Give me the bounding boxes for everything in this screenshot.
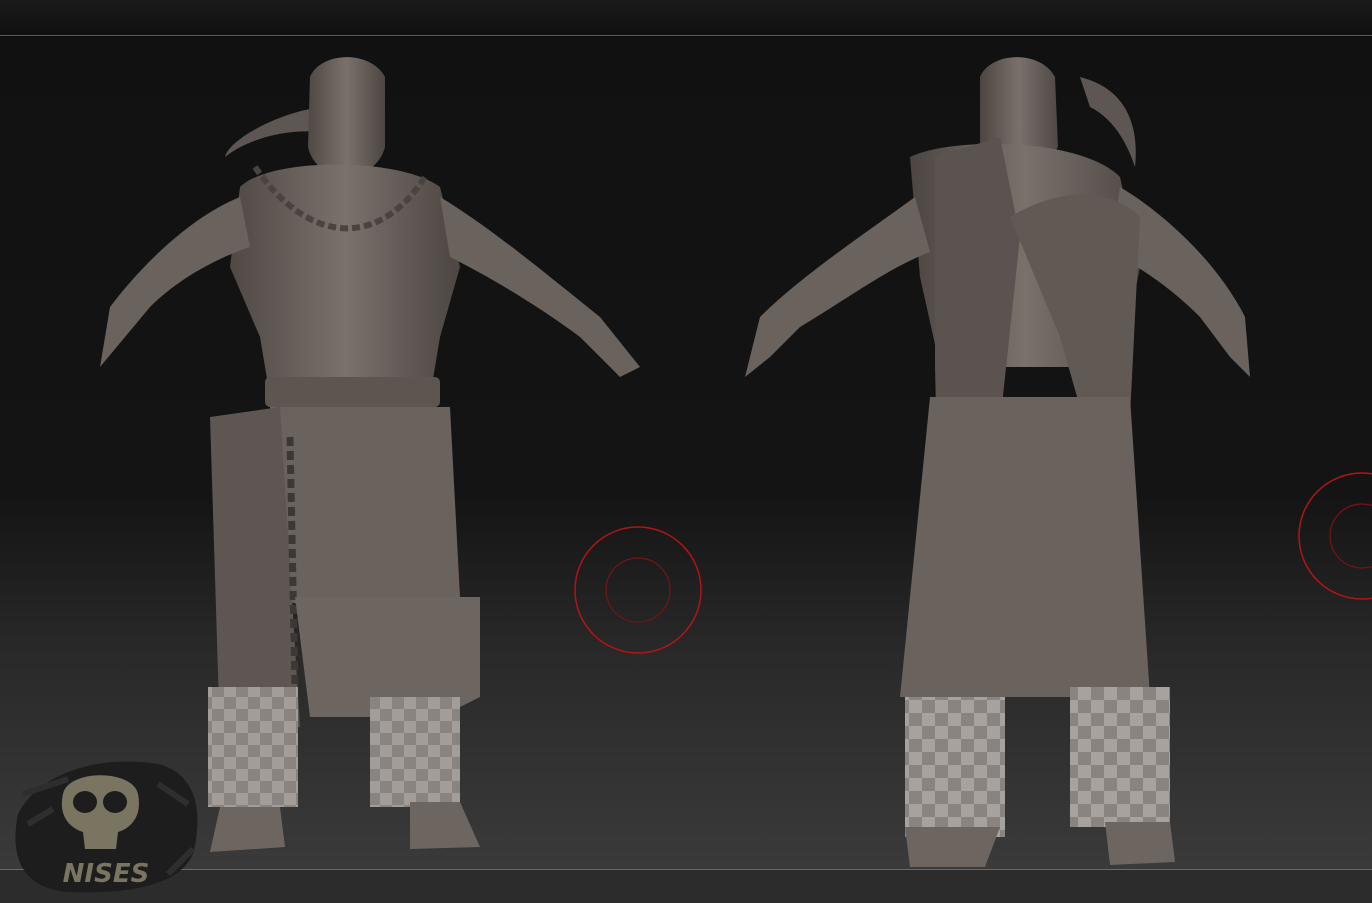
boot-left <box>905 697 1005 837</box>
boot-right <box>370 697 460 807</box>
arm-left <box>100 197 250 367</box>
sculpt-model-front[interactable] <box>80 37 660 869</box>
watermark-text: NISES <box>63 859 150 889</box>
3d-viewport[interactable] <box>0 37 1372 869</box>
loincloth <box>270 407 460 617</box>
top-toolbar <box>0 0 1372 36</box>
foot-left <box>210 807 285 852</box>
helmet <box>308 57 385 177</box>
foot-right <box>410 802 480 849</box>
pants <box>900 397 1150 697</box>
heel-right <box>1105 822 1175 865</box>
arm-right <box>440 197 640 377</box>
arm-left <box>745 197 930 377</box>
skull-logo: NISES <box>15 761 198 893</box>
horn <box>1080 77 1136 167</box>
belt <box>265 377 440 407</box>
brush-cursor-edge <box>1298 472 1372 600</box>
brush-cursor <box>574 526 702 654</box>
boot-left <box>208 687 298 807</box>
bottom-toolbar <box>0 869 1372 903</box>
torso <box>230 164 460 397</box>
boot-right <box>1070 687 1170 827</box>
sculpt-model-back[interactable] <box>740 37 1260 869</box>
heel-left <box>905 827 1000 867</box>
